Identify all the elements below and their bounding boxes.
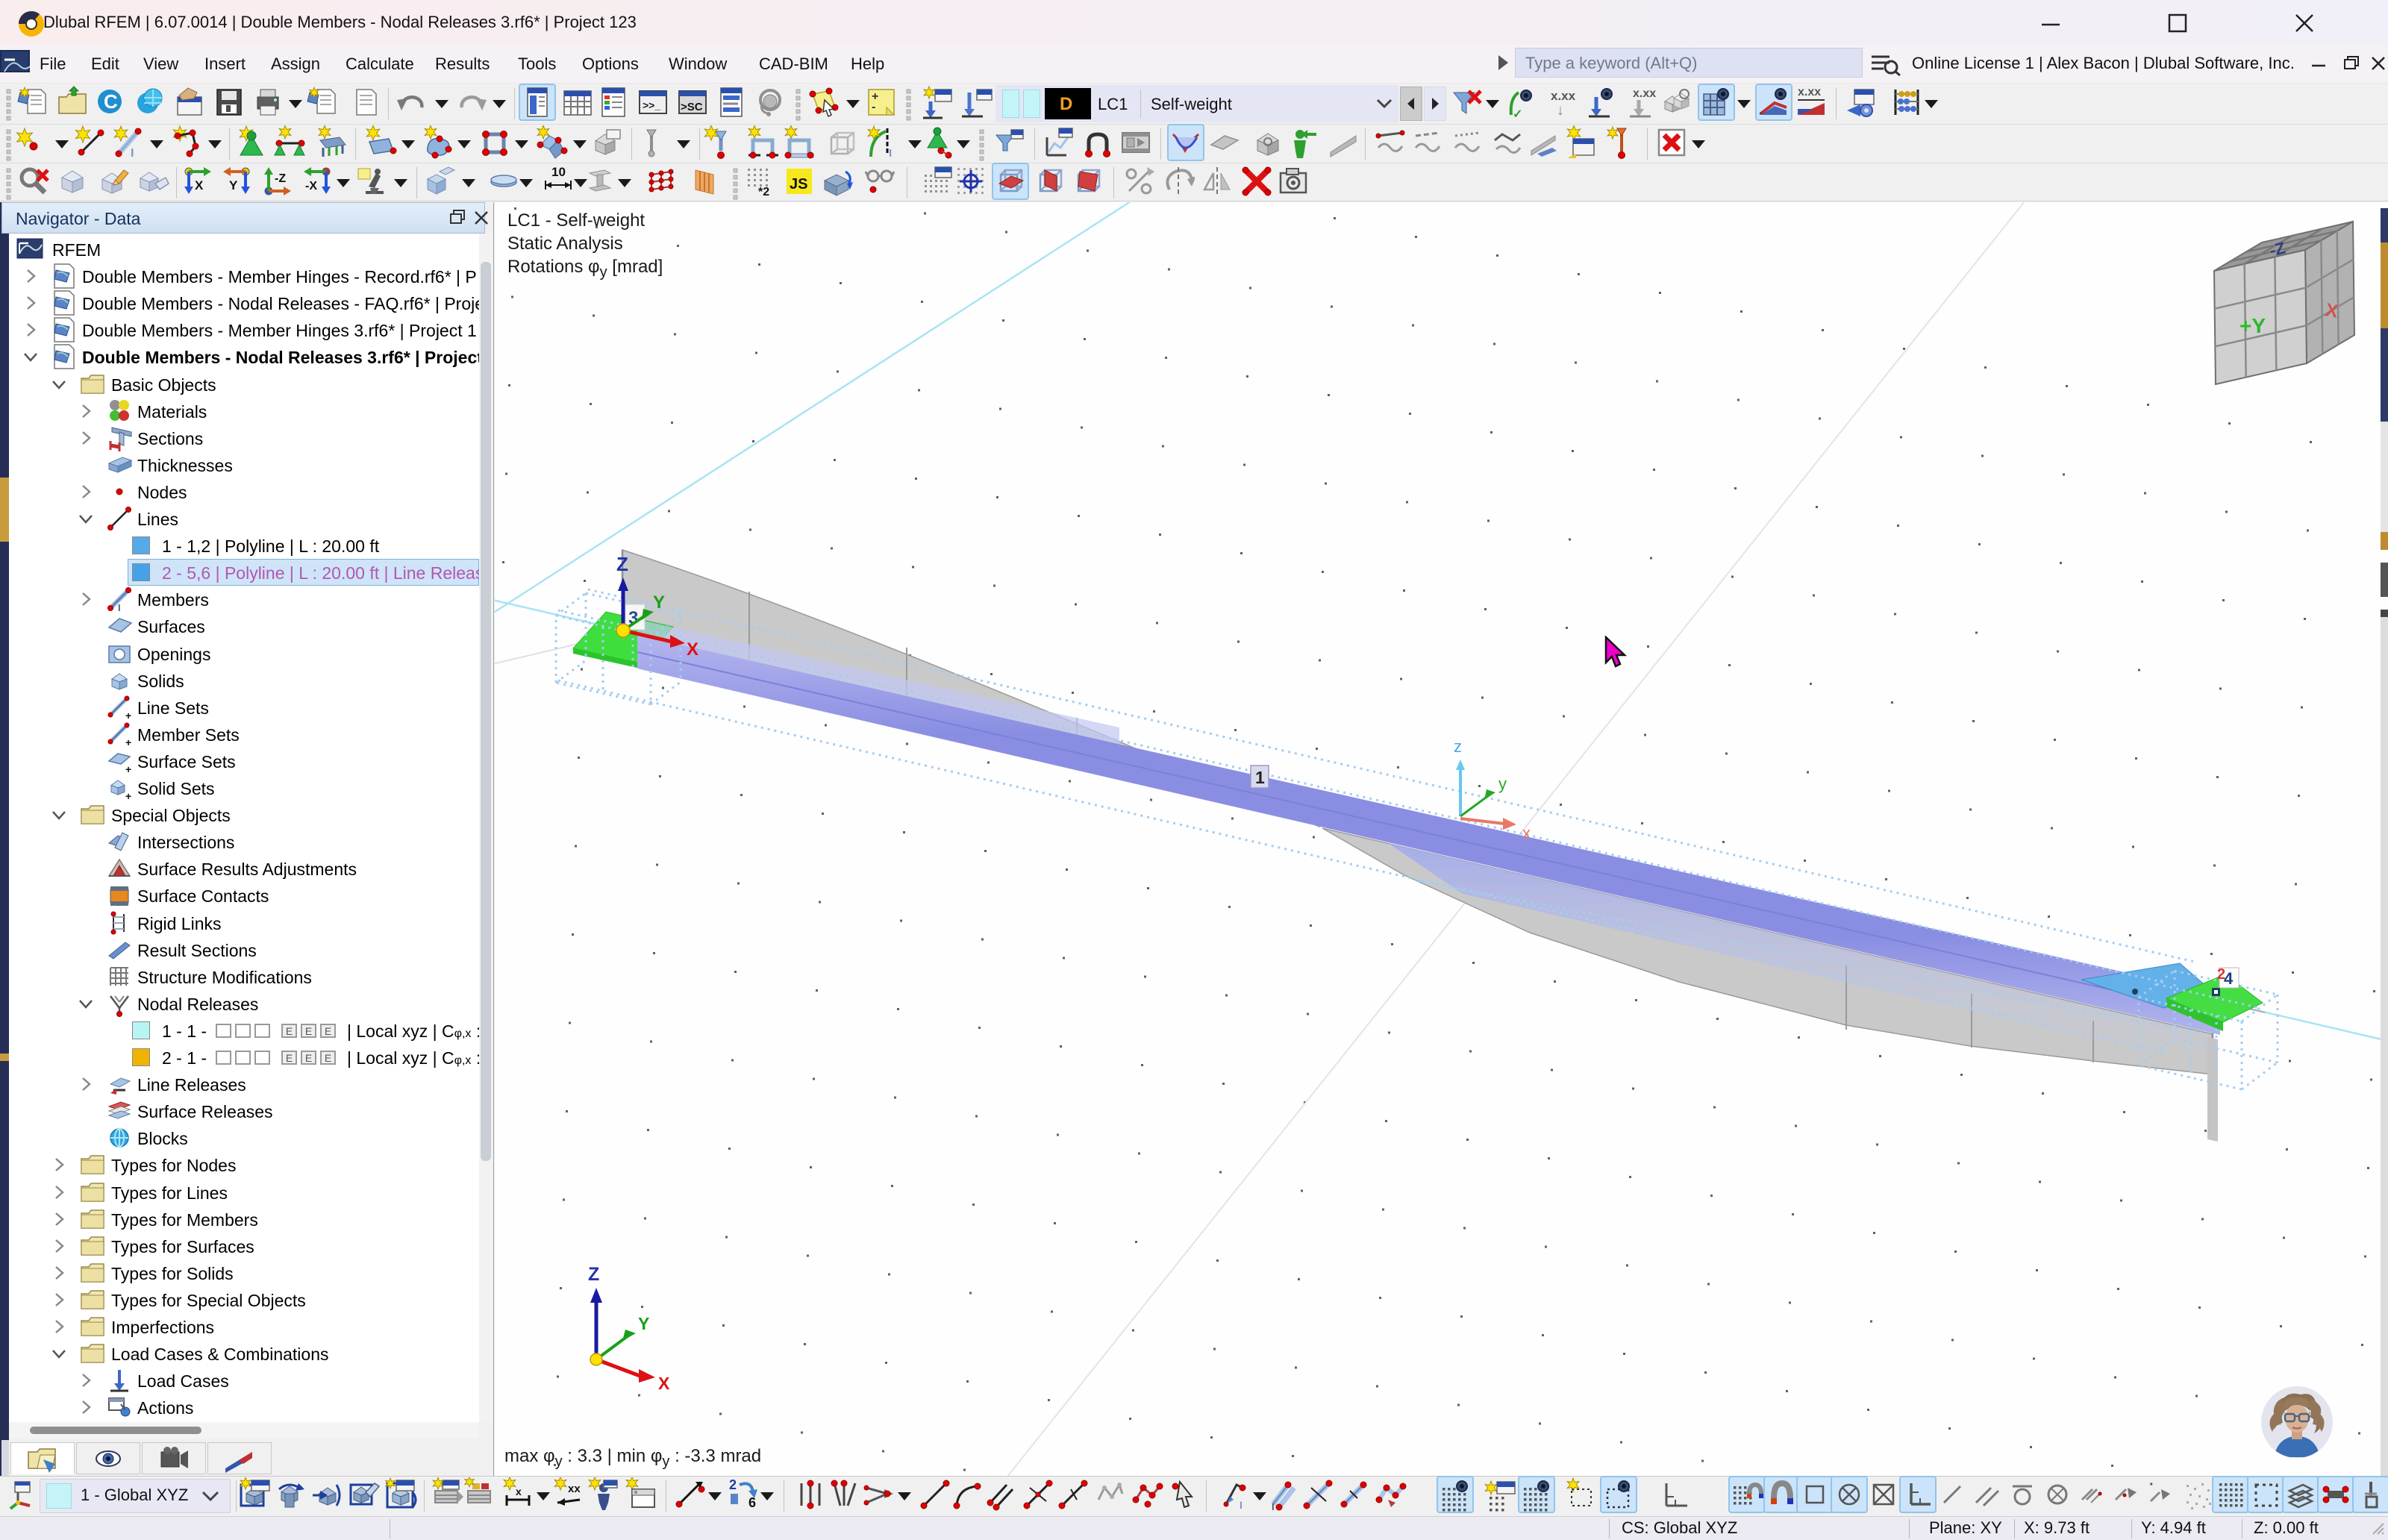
svg-text:·: · <box>2149 1477 2154 1493</box>
svg-text:2: 2 <box>729 1477 737 1492</box>
svg-text:-: - <box>872 101 875 113</box>
svg-text:+: + <box>125 736 131 748</box>
svg-text:↓: ↓ <box>1557 102 1564 119</box>
svg-text:xx: xx <box>568 1483 581 1495</box>
svg-text:X: X <box>195 178 204 192</box>
svg-text:x: x <box>516 1486 522 1497</box>
svg-text:+: + <box>125 763 131 774</box>
svg-text:+: + <box>125 790 131 801</box>
svg-text:JS: JS <box>790 176 807 192</box>
svg-text:10: 10 <box>551 165 566 179</box>
svg-text:x.xx: x.xx <box>1798 86 1821 98</box>
svg-text:I: I <box>1240 1499 1243 1511</box>
svg-text:-Z: -Z <box>275 172 286 185</box>
svg-text:I: I <box>889 147 892 160</box>
svg-text:Y: Y <box>229 178 238 192</box>
svg-text:>SC: >SC <box>681 101 703 113</box>
svg-text:✓: ✓ <box>1513 108 1522 119</box>
svg-text:+: + <box>125 710 131 721</box>
svg-text:6: 6 <box>748 1495 756 1510</box>
svg-text:*2: *2 <box>758 186 769 198</box>
svg-text:C: C <box>104 90 118 113</box>
svg-text:I: I <box>131 147 134 160</box>
svg-text:I: I <box>118 602 121 613</box>
svg-text:x.xx: x.xx <box>1633 87 1656 100</box>
svg-text:>>_: >>_ <box>643 99 660 111</box>
svg-text:+Y: +Y <box>2239 314 2266 337</box>
svg-text:-X: -X <box>305 180 317 192</box>
svg-text:I: I <box>1272 1501 1275 1512</box>
svg-text:x.xx: x.xx <box>1551 89 1576 103</box>
